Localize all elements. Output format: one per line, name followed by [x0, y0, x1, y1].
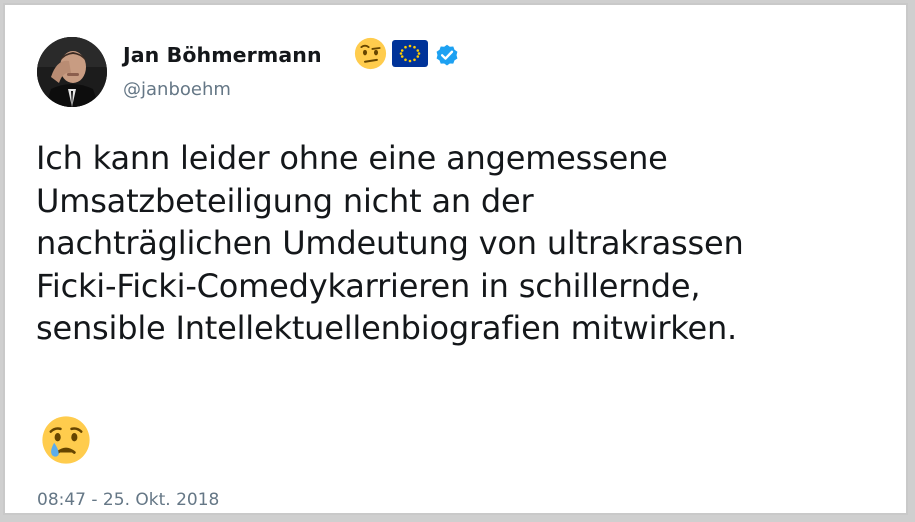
display-name[interactable]: Jan Böhmermann: [123, 43, 322, 67]
avatar-photo: [37, 37, 107, 107]
tweet-text: Ich kann leider ohne eine angemessene Um…: [36, 137, 896, 350]
tweet-text-line: Umsatzbeteiligung nicht an der: [36, 181, 534, 220]
avatar[interactable]: [37, 37, 107, 107]
tweet-text-line: Ficki-Ficki-Comedykarrieren in schillern…: [36, 266, 701, 305]
timestamp[interactable]: 08:47 - 25. Okt. 2018: [37, 490, 219, 510]
verified-badge-icon[interactable]: [434, 42, 460, 72]
handle[interactable]: @janboehm: [123, 79, 231, 100]
face-with-raised-eyebrow-icon: [354, 37, 387, 74]
tweet-text-line: sensible Intellektuellenbiografien mitwi…: [36, 309, 738, 347]
tweet-text-line: nachträglichen Umdeutung von ultrakrasse…: [36, 224, 744, 262]
crying-face-icon: [41, 415, 91, 469]
eu-flag-icon: [392, 40, 428, 71]
tweet-card: Jan Böhmermann @janboehm Ich kann leider…: [3, 3, 908, 515]
tweet-text-line: Ich kann leider ohne eine angemessene: [36, 139, 668, 177]
